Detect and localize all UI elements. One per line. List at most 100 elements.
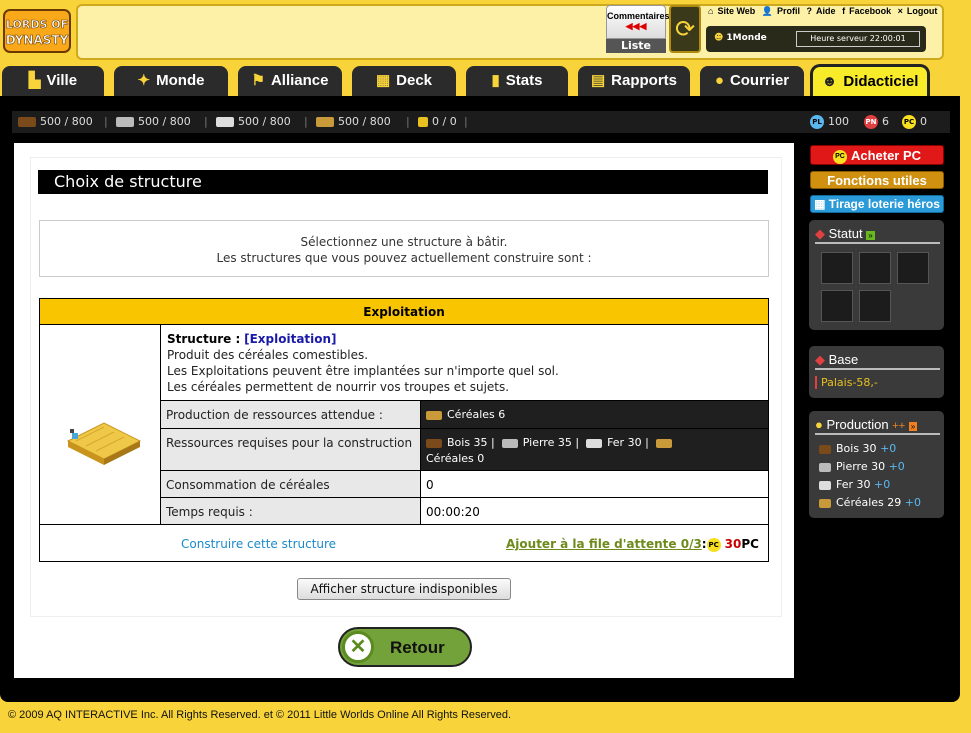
link-facebook[interactable]: Facebook	[849, 6, 891, 16]
production-amount: Céréales 6	[447, 408, 506, 421]
production-iron: Fer 30 +0	[819, 478, 890, 491]
pn-value: 6	[882, 115, 889, 128]
status-slot[interactable]	[897, 252, 929, 284]
close-icon: ✕	[342, 631, 374, 663]
expand-icon[interactable]: »	[908, 422, 918, 431]
iron-icon	[586, 438, 603, 448]
status-slot[interactable]	[859, 290, 891, 322]
flags-icon: ◆	[815, 226, 825, 241]
resource-cereal: 500 / 800	[316, 115, 391, 128]
queue-action: Ajouter à la file d'attente 0/3: PC 30PC	[506, 537, 759, 552]
status-slot[interactable]	[821, 252, 853, 284]
link-profile[interactable]: Profil	[777, 6, 800, 16]
header-links: ⌂ Site Web 👤 Profil ? Aide f Facebook × Logou…	[708, 6, 941, 17]
link-logout[interactable]: Logout	[907, 6, 938, 16]
lottery-button[interactable]: ▦ Tirage loterie héros	[810, 195, 944, 213]
separator: |	[464, 115, 468, 128]
comments-button[interactable]: Commentaires ◀◀◀ Liste	[606, 5, 670, 53]
time-label: Temps requis :	[161, 498, 421, 524]
consumption-label: Consommation de céréales	[161, 471, 421, 497]
production-label: Production de ressources attendue :	[161, 401, 421, 428]
comments-arrows-icon: ◀◀◀	[625, 21, 647, 31]
tab-label: Rapports	[611, 72, 678, 89]
back-button[interactable]: ✕ Retour	[338, 627, 472, 667]
tab-label: Monde	[156, 72, 205, 89]
resource-keys: 0 / 0	[418, 115, 457, 128]
required-value: Bois 35 | Pierre 35 | Fer 30 | Céréales …	[421, 429, 768, 470]
desc-line: Les céréales permettent de nourrir vos t…	[167, 380, 510, 394]
separator: |	[406, 115, 410, 128]
structure-description: Structure : [Exploitation] Produit des c…	[161, 325, 768, 401]
buy-pc-label: Acheter PC	[850, 148, 922, 163]
expand-icon[interactable]: »	[866, 231, 875, 240]
separator: |	[304, 115, 308, 128]
lottery-label: Tirage loterie héros	[828, 197, 940, 211]
intro-line-1: Sélectionnez une structure à bâtir.	[300, 235, 508, 249]
row-consumption: Consommation de céréales 0	[161, 471, 768, 498]
row-required: Ressources requises pour la construction…	[161, 429, 768, 471]
production-icon: ●	[815, 417, 823, 432]
structure-header: Exploitation	[40, 299, 768, 325]
tab-rapports[interactable]: ▤ Rapports	[576, 64, 692, 96]
flag-icon: ⚑	[251, 72, 265, 89]
resource-stone: 500 / 800	[116, 115, 191, 128]
separator: |	[104, 115, 108, 128]
tab-deck[interactable]: ▦ Deck	[350, 64, 458, 96]
prod-bonus: +0	[880, 442, 897, 455]
pl-icon: PL	[810, 115, 824, 129]
back-label: Retour	[390, 638, 445, 657]
comments-list-button[interactable]: Liste	[606, 39, 666, 53]
req-cereal: Céréales 0	[426, 452, 485, 465]
utilities-button[interactable]: Fonctions utiles	[810, 171, 944, 189]
tab-courrier[interactable]: ● Courrier	[698, 64, 806, 96]
production-title: ● Production ++ »	[815, 415, 940, 435]
tab-ville[interactable]: ▙ Ville	[0, 64, 106, 96]
link-website[interactable]: Site Web	[717, 6, 755, 16]
tab-stats[interactable]: ▮ Stats	[464, 64, 570, 96]
status-slot[interactable]	[859, 252, 891, 284]
build-structure-link[interactable]: Construire cette structure	[181, 537, 336, 551]
tab-didacticiel[interactable]: ☻ Didacticiel	[810, 64, 930, 96]
status-panel: ◆ Statut »	[809, 220, 944, 330]
tutorial-icon: ☻	[821, 73, 838, 90]
resource-wood: 500 / 800	[18, 115, 93, 128]
pc-icon: PC	[902, 115, 916, 129]
ticket-icon: ▦	[814, 197, 829, 211]
stone-value: 500 / 800	[138, 115, 191, 128]
base-panel: ◆ Base Palais-58,-	[809, 346, 944, 398]
prod-wood-value: Bois 30	[836, 442, 877, 455]
pc-icon: PC	[706, 537, 721, 552]
req-stone: Pierre 35 |	[522, 436, 580, 449]
wood-icon	[819, 444, 831, 454]
tab-monde[interactable]: ✦ Monde	[112, 64, 230, 96]
tab-label: Alliance	[270, 72, 329, 89]
tab-alliance[interactable]: ⚑ Alliance	[236, 64, 344, 96]
buy-pc-button[interactable]: PC Acheter PC	[810, 145, 944, 165]
iron-icon	[819, 480, 831, 490]
points-pl: PL 100	[810, 115, 849, 129]
production-value: Céréales 6	[421, 401, 768, 428]
status-title: ◆ Statut »	[815, 224, 940, 244]
base-title: ◆ Base	[815, 350, 940, 370]
queue-colon: :	[701, 537, 707, 551]
wood-icon	[18, 117, 36, 127]
comments-label: Commentaires	[607, 11, 670, 21]
game-logo[interactable]: LORDS OF DYNASTY	[2, 6, 72, 56]
row-production: Production de ressources attendue : Céré…	[161, 401, 768, 429]
refresh-icon[interactable]: ⟳	[669, 5, 701, 53]
town-icon: ▙	[28, 72, 41, 89]
show-unavailable-button[interactable]: Afficher structure indisponibles	[297, 578, 511, 600]
wood-icon	[426, 438, 442, 448]
resource-bar: 500 / 800 | 500 / 800 | 500 / 800 | 500 …	[12, 111, 950, 133]
prod-iron-value: Fer 30	[836, 478, 871, 491]
desc-line: Produit des céréales comestibles.	[167, 348, 369, 362]
structure-name-link[interactable]: [Exploitation]	[244, 332, 336, 346]
add-to-queue-link[interactable]: Ajouter à la file d'attente 0/3	[506, 537, 702, 551]
profile-icon: 👤	[761, 6, 774, 16]
tab-label: Courrier	[729, 72, 790, 89]
base-item[interactable]: Palais-58,-	[815, 376, 878, 389]
structure-actions: Construire cette structure Ajouter à la …	[40, 527, 768, 561]
link-help[interactable]: Aide	[816, 6, 836, 16]
queue-unit: PC	[741, 537, 759, 551]
status-slot[interactable]	[821, 290, 853, 322]
